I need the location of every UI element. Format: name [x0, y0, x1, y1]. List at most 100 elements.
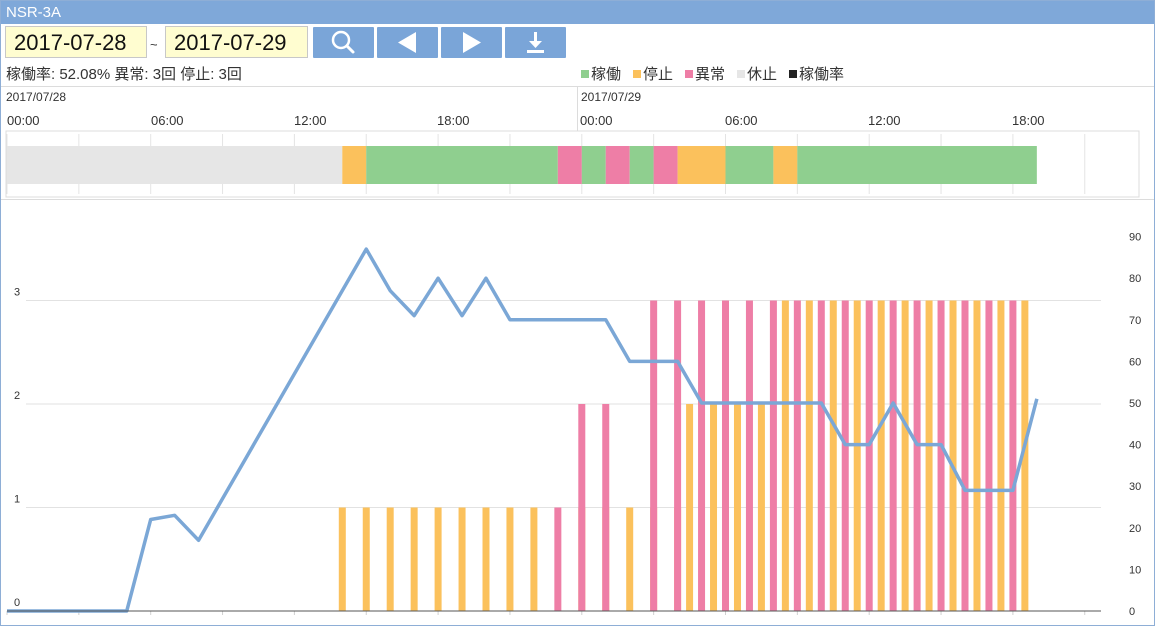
timeline-segment — [342, 146, 367, 184]
legend-label: 休止 — [747, 66, 778, 83]
legend-item-stopped: 停止 — [633, 63, 673, 84]
legend-swatch — [737, 70, 745, 78]
bar-error — [937, 300, 945, 611]
legend-item-error: 異常 — [685, 63, 725, 84]
bar-error — [889, 300, 897, 611]
y-left-tick-label: 0 — [14, 597, 20, 609]
triangle-left-icon — [398, 32, 416, 53]
bar-stop — [877, 300, 885, 611]
bar-stop — [901, 300, 909, 611]
legend-swatch — [581, 70, 589, 78]
y-right-tick-label: 10 — [1129, 564, 1141, 576]
time-tick: 18:00 — [437, 113, 470, 128]
bar-stop — [686, 404, 694, 611]
time-tick: 18:00 — [1012, 113, 1045, 128]
legend-item-utilization: 稼働率 — [789, 63, 844, 84]
bar-error — [722, 300, 729, 611]
date-label-day1: 2017/07/28 — [6, 90, 67, 104]
download-button[interactable] — [505, 27, 566, 58]
legend-item-running: 稼働 — [581, 63, 621, 84]
bar-stop — [973, 300, 981, 611]
bar-stop — [530, 507, 538, 611]
legend-label: 停止 — [643, 66, 674, 83]
bar-stop — [805, 300, 813, 611]
time-tick: 12:00 — [868, 113, 901, 128]
bar-error — [578, 404, 586, 611]
day-separator — [577, 87, 578, 131]
bar-stop — [781, 300, 789, 611]
download-icon — [527, 32, 544, 53]
bar-stop — [362, 507, 370, 611]
app-window: NSR-3A 2017-07-28 ~ 2017-07-29 稼働率: 52.0… — [0, 0, 1155, 626]
start-date-input[interactable]: 2017-07-28 — [5, 26, 147, 58]
y-right-tick-label: 90 — [1129, 232, 1141, 244]
timeline-segment — [629, 146, 654, 184]
timeline-segment — [677, 146, 726, 184]
bar-stop — [626, 507, 634, 611]
time-tick: 00:00 — [580, 113, 613, 128]
time-tick: 06:00 — [725, 113, 758, 128]
y-right-tick-label: 60 — [1129, 356, 1141, 368]
timeline-segment — [366, 146, 558, 184]
time-tick: 12:00 — [294, 113, 327, 128]
y-right-tick-label: 30 — [1129, 481, 1141, 493]
bar-error — [1009, 300, 1017, 611]
bar-stop — [925, 300, 933, 611]
bar-error — [769, 300, 777, 611]
summary-stats: 稼働率: 52.08% 異常: 3回 停止: 3回 — [6, 66, 242, 83]
next-button[interactable] — [441, 27, 502, 58]
triangle-right-icon — [463, 32, 481, 53]
legend-swatch — [789, 70, 797, 78]
prev-button[interactable] — [377, 27, 438, 58]
y-right-tick-label: 50 — [1129, 398, 1141, 410]
legend-label: 稼働率 — [799, 66, 845, 83]
bar-error — [985, 300, 993, 611]
legend-swatch — [685, 70, 693, 78]
bar-stop — [434, 507, 442, 611]
bar-stop — [829, 300, 837, 611]
search-button[interactable] — [313, 27, 374, 58]
bar-error — [698, 300, 706, 611]
bar-stop — [757, 404, 765, 611]
bar-error — [650, 300, 658, 611]
title-bar: NSR-3A — [1, 1, 1154, 24]
bar-stop — [386, 507, 394, 611]
timeline-segment — [797, 146, 1037, 184]
bar-error — [554, 507, 562, 611]
timeline-segment — [7, 146, 343, 184]
y-left-tick-label: 1 — [14, 494, 20, 506]
bar-stop — [410, 507, 418, 611]
bar-stop — [506, 507, 514, 611]
y-right-tick-label: 40 — [1129, 440, 1141, 452]
y-left-tick-label: 3 — [14, 287, 20, 299]
bar-stop — [997, 300, 1005, 611]
bar-stop — [733, 404, 741, 611]
y-right-tick-label: 20 — [1129, 523, 1141, 535]
status-timeline — [5, 130, 1140, 198]
bar-stop — [949, 300, 957, 611]
end-date-input[interactable]: 2017-07-29 — [165, 26, 308, 58]
y-right-tick-label: 80 — [1129, 273, 1141, 285]
search-icon — [331, 30, 355, 54]
time-tick: 00:00 — [7, 113, 40, 128]
legend-label: 稼働 — [591, 66, 622, 83]
window-title: NSR-3A — [6, 4, 62, 21]
timeline-segment — [557, 146, 582, 184]
bar-stop — [853, 300, 861, 611]
utilization-chart: 01230102030405060708090 — [1, 199, 1154, 618]
bar-error — [602, 404, 610, 611]
y-right-tick-label: 0 — [1129, 606, 1135, 618]
bar-error — [793, 300, 801, 611]
timeline-segment — [581, 146, 606, 184]
y-left-tick-label: 2 — [14, 390, 20, 402]
time-axis-header: 2017/07/28 2017/07/29 00:00 06:00 12:00 … — [1, 86, 1154, 131]
time-tick: 06:00 — [151, 113, 184, 128]
bar-stop — [482, 507, 490, 611]
legend-swatch — [633, 70, 641, 78]
bar-stop — [710, 404, 718, 611]
bar-error — [745, 300, 753, 611]
bar-error — [961, 300, 969, 611]
timeline-segment — [605, 146, 630, 184]
bar-error — [674, 300, 682, 611]
bar-stop — [458, 507, 466, 611]
